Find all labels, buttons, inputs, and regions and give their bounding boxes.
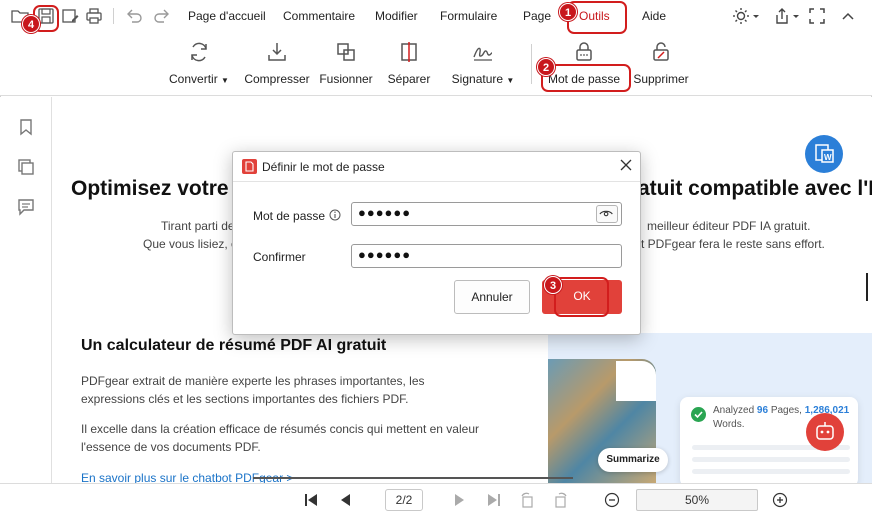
- menu-page[interactable]: Page: [523, 9, 551, 23]
- print-icon[interactable]: [84, 6, 104, 26]
- menu-bar: Page d'accueil Commentaire Modifier Form…: [0, 0, 872, 32]
- highlight-ok: [554, 277, 609, 317]
- intro-line2-right: t PDFgear fera le reste sans effort.: [641, 237, 825, 251]
- placeholder-line: [692, 469, 850, 474]
- step-badge-3: 3: [544, 276, 562, 294]
- redo-icon[interactable]: [152, 6, 172, 26]
- rotate-left-icon[interactable]: [519, 492, 535, 508]
- tools-ribbon: Convertir ▼ Compresser Fusionner Séparer…: [0, 32, 872, 96]
- confirm-password-input[interactable]: ●●●●●●: [351, 244, 622, 268]
- merge-label: Fusionner: [319, 72, 373, 86]
- paragraph-2-line-2: l'essence de vos documents PDF.: [81, 440, 261, 454]
- menu-comment[interactable]: Commentaire: [283, 9, 355, 23]
- dialog-title: Définir le mot de passe: [262, 160, 385, 174]
- placeholder-line: [692, 457, 850, 462]
- separator: [531, 44, 532, 84]
- split-icon: [397, 40, 421, 64]
- status-bar: 2/2 50%: [0, 483, 872, 515]
- cancel-button[interactable]: Annuler: [454, 280, 530, 314]
- menu-edit[interactable]: Modifier: [375, 9, 418, 23]
- password-input[interactable]: ●●●●●●: [351, 202, 622, 226]
- convert-label: Convertir: [169, 72, 218, 86]
- left-sidebar: [0, 97, 52, 483]
- step-badge-1: 1: [559, 3, 577, 21]
- previous-page-icon[interactable]: [338, 492, 354, 508]
- zoom-out-icon[interactable]: [604, 492, 620, 508]
- compress-button[interactable]: Compresser: [244, 40, 310, 86]
- unlock-icon: [649, 40, 673, 64]
- highlight-tools: [567, 1, 627, 34]
- signature-label: Signature: [451, 72, 504, 86]
- page-indicator[interactable]: 2/2: [385, 489, 423, 511]
- page-heading-left: Optimisez votre: [71, 177, 229, 200]
- robot-icon: [806, 413, 844, 451]
- svg-text:W: W: [824, 153, 832, 162]
- share-icon[interactable]: [773, 6, 793, 26]
- collapse-ribbon-icon[interactable]: [838, 6, 858, 26]
- bookmark-icon[interactable]: [16, 117, 36, 137]
- thumbnails-icon[interactable]: [16, 157, 36, 177]
- card-pages-count: 96: [756, 405, 769, 416]
- step-badge-2: 2: [537, 58, 555, 76]
- paragraph-2-line-1: Il excelle dans la création efficace de …: [81, 422, 479, 436]
- comments-icon[interactable]: [16, 197, 36, 217]
- text-underline: [253, 477, 573, 479]
- check-icon: [691, 407, 706, 422]
- password-value: ●●●●●●: [358, 205, 412, 220]
- menu-help[interactable]: Aide: [642, 9, 666, 23]
- last-page-icon[interactable]: [486, 492, 502, 508]
- intro-line1-right: meilleur éditeur PDF IA gratuit.: [647, 219, 811, 233]
- signature-button[interactable]: Signature ▼: [450, 40, 516, 86]
- section-title: Un calculateur de résumé PDF AI gratuit: [81, 337, 387, 354]
- first-page-icon[interactable]: [303, 492, 319, 508]
- chevron-down-icon[interactable]: [792, 6, 800, 26]
- summarize-button[interactable]: Summarize: [598, 448, 668, 472]
- close-icon[interactable]: [619, 158, 633, 172]
- page-curl: [616, 361, 656, 401]
- save-as-icon[interactable]: [60, 6, 80, 26]
- pdfgear-logo-icon: [242, 159, 257, 174]
- intro-line2-left: Que vous lisiez, c: [143, 237, 238, 251]
- convert-button[interactable]: Convertir ▼: [167, 40, 231, 86]
- card-pages-label: Pages,: [770, 405, 802, 416]
- intro-line1-left: Tirant parti de: [161, 219, 235, 233]
- pdf-to-word-icon: W: [805, 135, 843, 173]
- separator: [113, 8, 114, 24]
- compress-label: Compresser: [244, 72, 310, 86]
- fullscreen-icon[interactable]: [807, 6, 827, 26]
- split-label: Séparer: [387, 72, 431, 86]
- chevron-down-icon[interactable]: [752, 6, 760, 26]
- signature-icon: [471, 40, 495, 64]
- step-badge-4: 4: [22, 15, 40, 33]
- lock-icon: [572, 40, 596, 64]
- remove-password-button[interactable]: Supprimer: [631, 40, 691, 86]
- undo-icon[interactable]: [124, 6, 144, 26]
- paragraph-1-line-1: PDFgear extrait de manière experte les p…: [81, 374, 425, 388]
- page-heading-right: atuit compatible avec l'I: [638, 177, 872, 200]
- menu-home[interactable]: Page d'accueil: [188, 9, 266, 23]
- info-icon[interactable]: [329, 209, 341, 221]
- paragraph-1-line-2: expressions clés et les sections importa…: [81, 392, 409, 406]
- convert-icon: [187, 40, 211, 64]
- rotate-right-icon[interactable]: [553, 492, 569, 508]
- card-prefix: Analyzed: [713, 405, 755, 416]
- theme-icon[interactable]: [732, 6, 752, 26]
- zoom-in-icon[interactable]: [772, 492, 788, 508]
- illustration-panel: Analyzed 96 Pages, 1,286,021 Words. Summ…: [548, 333, 872, 483]
- remove-password-label: Supprimer: [633, 72, 689, 86]
- merge-icon: [334, 40, 358, 64]
- confirm-label: Confirmer: [253, 250, 306, 264]
- next-page-icon[interactable]: [451, 492, 467, 508]
- title-divider: [233, 181, 640, 182]
- text-cursor: [866, 273, 868, 301]
- password-label: Mot de passe: [253, 209, 326, 223]
- split-button[interactable]: Séparer: [386, 40, 432, 86]
- merge-button[interactable]: Fusionner: [318, 40, 374, 86]
- compress-icon: [265, 40, 289, 64]
- zoom-level[interactable]: 50%: [636, 489, 758, 511]
- confirm-value: ●●●●●●: [358, 247, 412, 262]
- menu-form[interactable]: Formulaire: [440, 9, 497, 23]
- card-words-label: Words.: [713, 419, 745, 430]
- show-password-icon[interactable]: [596, 205, 618, 223]
